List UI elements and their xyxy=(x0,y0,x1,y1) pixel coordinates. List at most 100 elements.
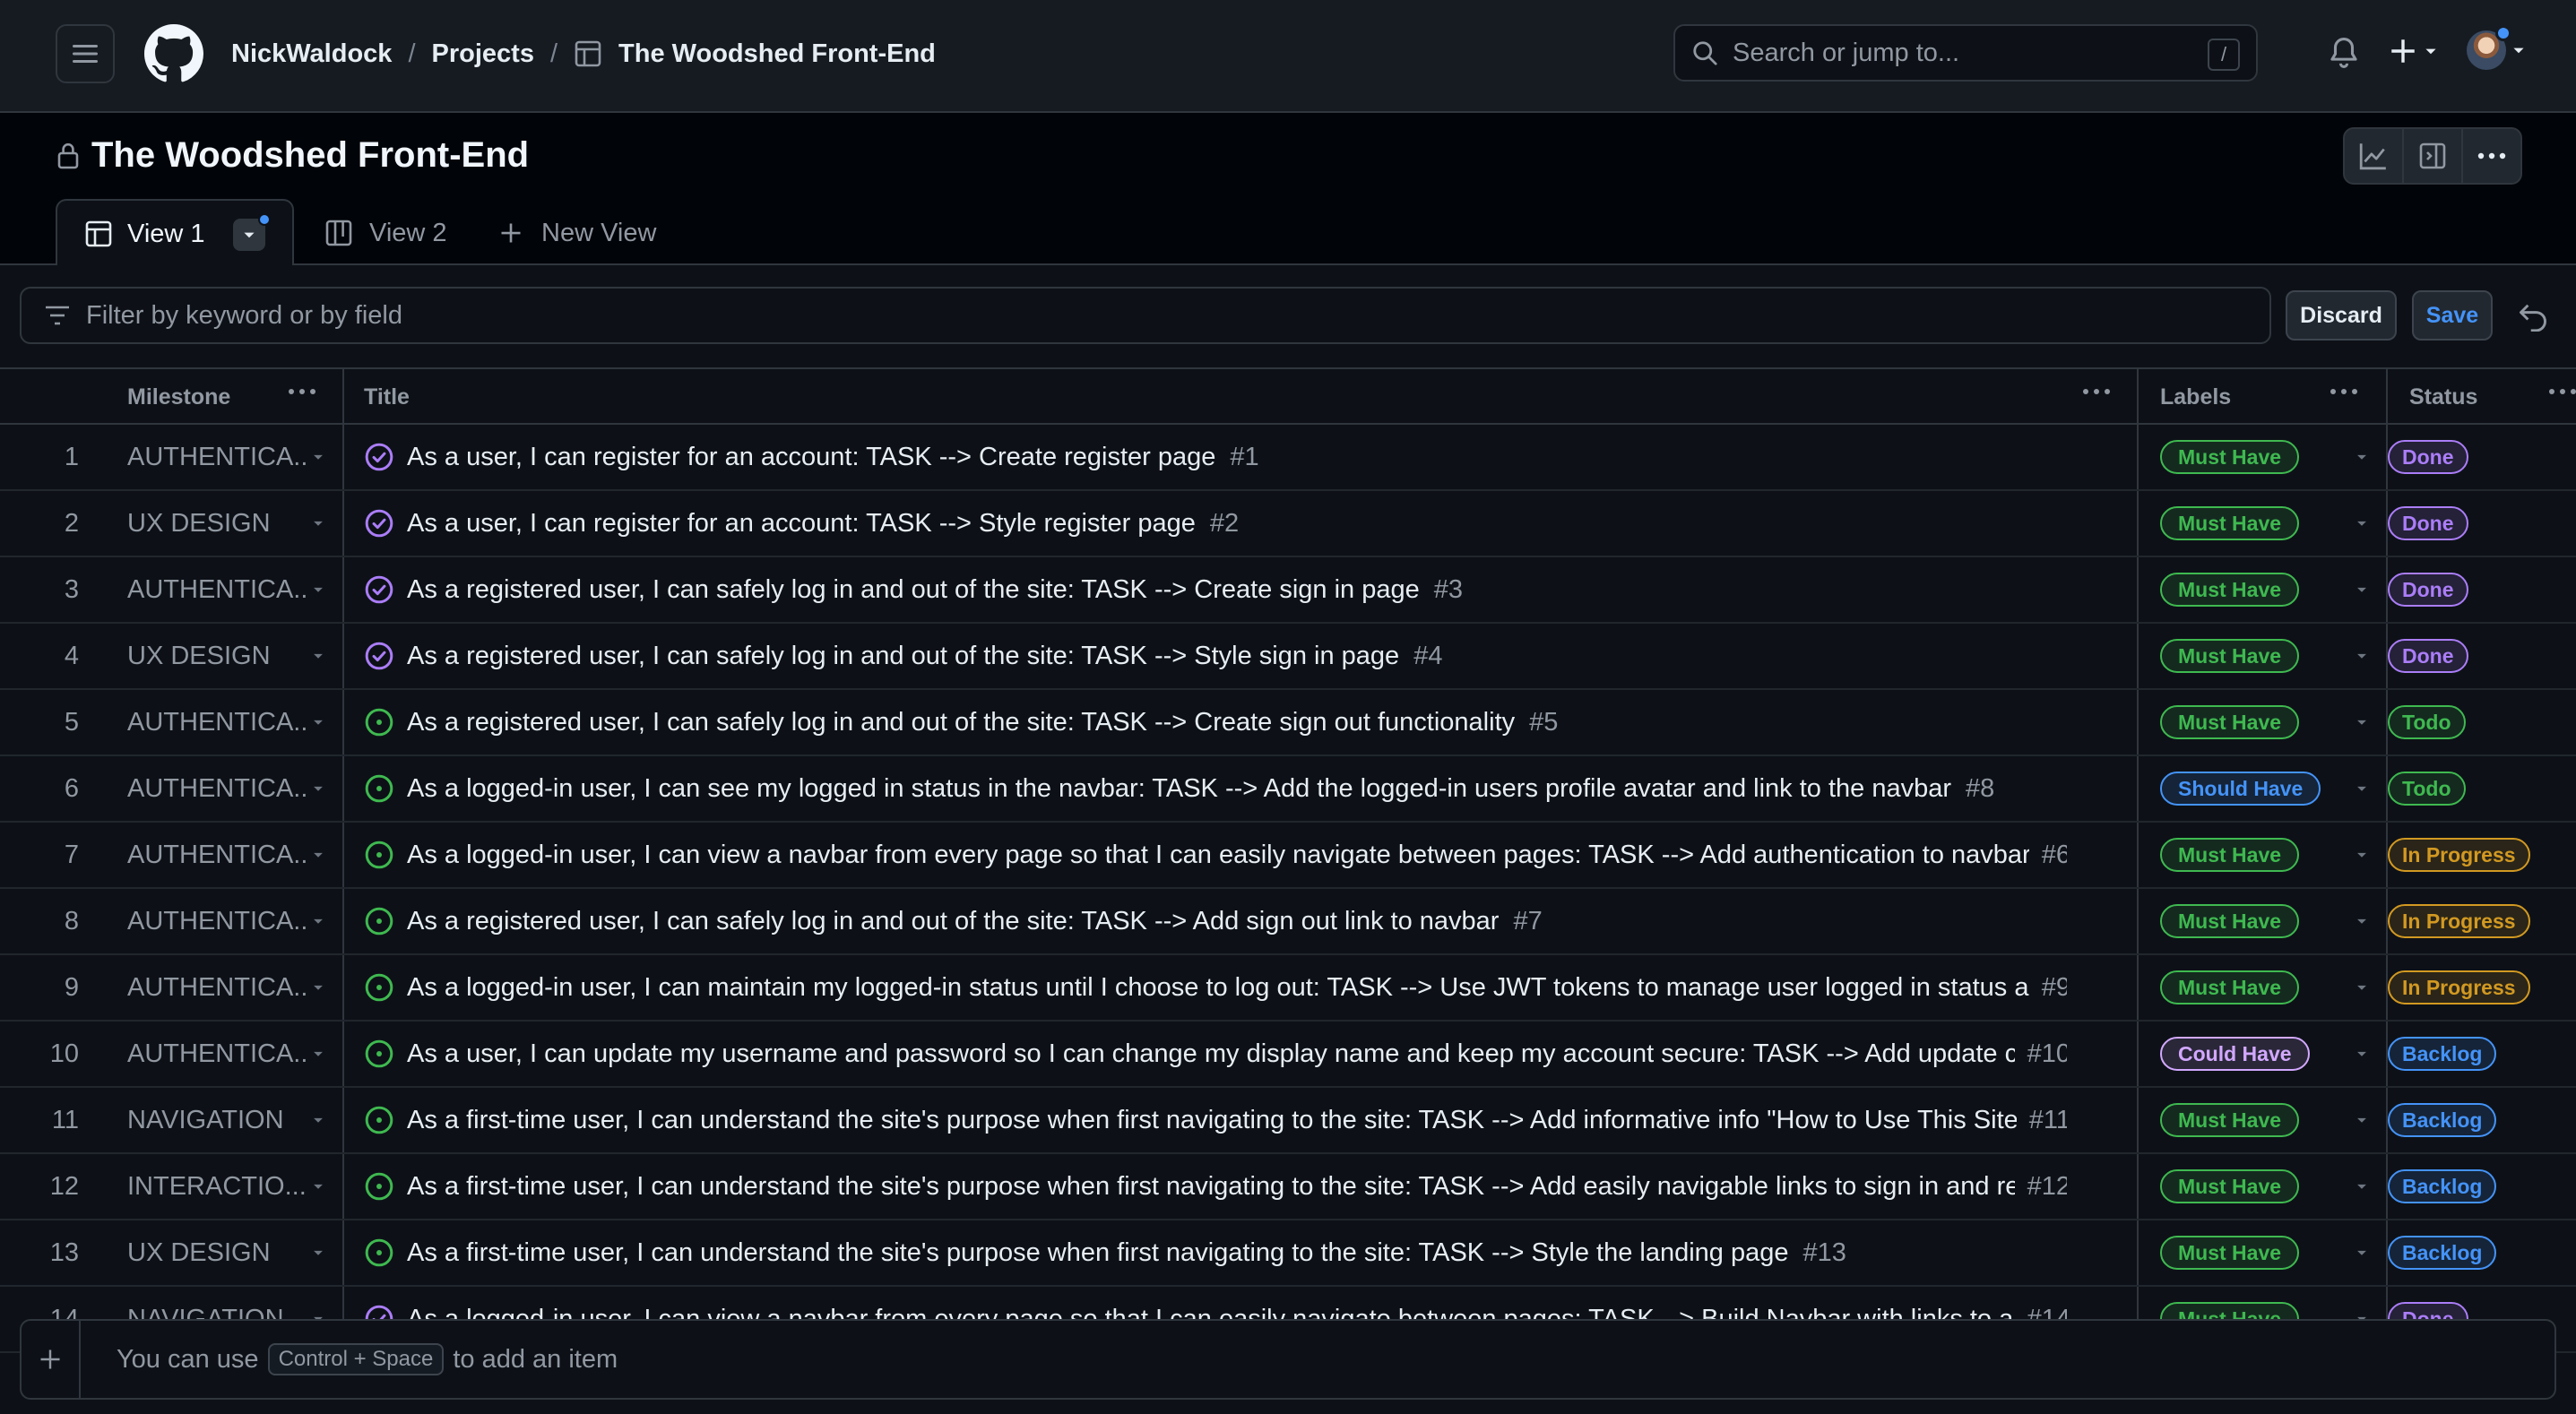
status-cell[interactable]: In Progress xyxy=(2388,889,2530,953)
label-cell[interactable]: Should Have xyxy=(2160,756,2321,821)
user-menu-button[interactable] xyxy=(2467,25,2526,70)
milestone-dropdown-icon[interactable] xyxy=(312,1088,324,1152)
table-row[interactable]: 7 AUTHENTICA... As a logged-in user, I can… xyxy=(0,823,2576,889)
status-cell[interactable]: Todo xyxy=(2388,690,2466,754)
table-row[interactable]: 9 AUTHENTICA... As a logged-in user, I can… xyxy=(0,955,2576,1022)
label-cell[interactable]: Must Have xyxy=(2160,690,2300,754)
column-header-labels[interactable]: Labels xyxy=(2160,369,2375,425)
labels-dropdown-icon[interactable] xyxy=(2356,1154,2368,1219)
status-cell[interactable]: Backlog xyxy=(2388,1220,2497,1285)
milestone-dropdown-icon[interactable] xyxy=(312,624,324,688)
breadcrumb-owner[interactable]: NickWaldock xyxy=(231,39,392,69)
search-input[interactable]: Search or jump to... / xyxy=(1673,24,2258,82)
issue-title-link[interactable]: As a logged-in user, I can maintain my l… xyxy=(407,973,2051,1003)
labels-dropdown-icon[interactable] xyxy=(2356,690,2368,754)
more-options-button[interactable] xyxy=(2463,129,2520,183)
milestone-cell[interactable]: UX DESIGN xyxy=(127,491,307,556)
table-row[interactable]: 3 AUTHENTICA... As a registered user, I ca… xyxy=(0,557,2576,624)
table-row[interactable]: 13 UX DESIGN As a first-time user, I can u… xyxy=(0,1220,2576,1287)
status-cell[interactable]: Todo xyxy=(2388,756,2466,821)
milestone-cell[interactable]: AUTHENTICA... xyxy=(127,889,307,953)
side-panel-button[interactable] xyxy=(2404,129,2463,183)
column-menu-icon[interactable] xyxy=(2329,387,2359,396)
title-cell[interactable]: As a user, I can register for an account… xyxy=(364,425,2067,489)
label-cell[interactable]: Must Have xyxy=(2160,624,2300,688)
notifications-bell-icon[interactable] xyxy=(2327,36,2361,70)
milestone-dropdown-icon[interactable] xyxy=(312,1154,324,1219)
milestone-cell[interactable]: AUTHENTICA... xyxy=(127,690,307,754)
labels-dropdown-icon[interactable] xyxy=(2356,756,2368,821)
menu-button[interactable] xyxy=(56,24,115,83)
create-new-button[interactable] xyxy=(2388,36,2438,66)
github-logo-icon[interactable] xyxy=(144,24,203,83)
status-cell[interactable]: In Progress xyxy=(2388,955,2530,1020)
title-cell[interactable]: As a first-time user, I can understand t… xyxy=(364,1154,2067,1219)
add-item-bar[interactable]: You can use Control + Space to add an it… xyxy=(20,1319,2556,1400)
status-cell[interactable]: Done xyxy=(2388,624,2468,688)
issue-title-link[interactable]: As a first-time user, I can understand t… xyxy=(407,1172,2042,1202)
title-cell[interactable]: As a first-time user, I can understand t… xyxy=(364,1220,2067,1285)
milestone-cell[interactable]: NAVIGATION xyxy=(127,1088,307,1152)
column-header-title[interactable]: Title xyxy=(364,369,2121,425)
status-cell[interactable]: Backlog xyxy=(2388,1022,2497,1086)
label-cell[interactable]: Must Have xyxy=(2160,1220,2300,1285)
title-cell[interactable]: As a logged-in user, I can see my logged… xyxy=(364,756,2067,821)
breadcrumb-project[interactable]: The Woodshed Front-End xyxy=(618,39,936,69)
milestone-cell[interactable]: AUTHENTICA... xyxy=(127,823,307,887)
column-header-status[interactable]: Status xyxy=(2409,369,2576,425)
issue-title-link[interactable]: As a user, I can register for an account… xyxy=(407,443,1215,472)
title-cell[interactable]: As a logged-in user, I can maintain my l… xyxy=(364,955,2067,1020)
breadcrumb-projects[interactable]: Projects xyxy=(432,39,534,69)
label-cell[interactable]: Must Have xyxy=(2160,955,2300,1020)
milestone-dropdown-icon[interactable] xyxy=(312,557,324,622)
status-cell[interactable]: Done xyxy=(2388,425,2468,489)
table-row[interactable]: 8 AUTHENTICA... As a registered user, I ca… xyxy=(0,889,2576,955)
title-cell[interactable]: As a registered user, I can safely log i… xyxy=(364,624,2067,688)
milestone-dropdown-icon[interactable] xyxy=(312,1022,324,1086)
column-menu-icon[interactable] xyxy=(2081,387,2112,396)
tab-view-2[interactable]: View 2 xyxy=(324,199,447,267)
label-cell[interactable]: Must Have xyxy=(2160,425,2300,489)
milestone-dropdown-icon[interactable] xyxy=(312,823,324,887)
labels-dropdown-icon[interactable] xyxy=(2356,624,2368,688)
issue-title-link[interactable]: As a registered user, I can safely log i… xyxy=(407,575,1420,605)
discard-button[interactable]: Discard xyxy=(2286,290,2397,341)
labels-dropdown-icon[interactable] xyxy=(2356,425,2368,489)
milestone-cell[interactable]: AUTHENTICA... xyxy=(127,425,307,489)
milestone-dropdown-icon[interactable] xyxy=(312,955,324,1020)
table-row[interactable]: 4 UX DESIGN As a registered user, I can sa… xyxy=(0,624,2576,690)
issue-title-link[interactable]: As a registered user, I can safely log i… xyxy=(407,708,1515,737)
label-cell[interactable]: Must Have xyxy=(2160,823,2300,887)
new-view-button[interactable]: New View xyxy=(498,199,656,267)
milestone-cell[interactable]: UX DESIGN xyxy=(127,1220,307,1285)
milestone-cell[interactable]: AUTHENTICA... xyxy=(127,557,307,622)
issue-title-link[interactable]: As a registered user, I can safely log i… xyxy=(407,642,1399,671)
table-row[interactable]: 1 AUTHENTICA... As a user, I can register … xyxy=(0,425,2576,491)
issue-title-link[interactable]: As a first-time user, I can understand t… xyxy=(407,1238,1789,1268)
milestone-dropdown-icon[interactable] xyxy=(312,1220,324,1285)
issue-title-link[interactable]: As a user, I can update my username and … xyxy=(407,1039,2062,1069)
table-row[interactable]: 5 AUTHENTICA... As a registered user, I ca… xyxy=(0,690,2576,756)
title-cell[interactable]: As a first-time user, I can understand t… xyxy=(364,1088,2067,1152)
label-cell[interactable]: Must Have xyxy=(2160,491,2300,556)
milestone-dropdown-icon[interactable] xyxy=(312,690,324,754)
labels-dropdown-icon[interactable] xyxy=(2356,557,2368,622)
issue-title-link[interactable]: As a logged-in user, I can view a navbar… xyxy=(407,841,2060,870)
labels-dropdown-icon[interactable] xyxy=(2356,1220,2368,1285)
title-cell[interactable]: As a registered user, I can safely log i… xyxy=(364,557,2067,622)
issue-title-link[interactable]: As a first-time user, I can understand t… xyxy=(407,1106,2040,1135)
status-cell[interactable]: Backlog xyxy=(2388,1088,2497,1152)
labels-dropdown-icon[interactable] xyxy=(2356,823,2368,887)
save-button[interactable]: Save xyxy=(2412,290,2493,341)
title-cell[interactable]: As a registered user, I can safely log i… xyxy=(364,889,2067,953)
filter-input[interactable]: Filter by keyword or by field xyxy=(20,287,2271,344)
label-cell[interactable]: Must Have xyxy=(2160,1154,2300,1219)
column-menu-icon[interactable] xyxy=(2547,387,2576,396)
milestone-dropdown-icon[interactable] xyxy=(312,756,324,821)
status-cell[interactable]: Done xyxy=(2388,557,2468,622)
title-cell[interactable]: As a user, I can update my username and … xyxy=(364,1022,2067,1086)
label-cell[interactable]: Could Have xyxy=(2160,1022,2310,1086)
insights-button[interactable] xyxy=(2345,129,2404,183)
view-options-button[interactable] xyxy=(233,213,271,251)
column-menu-icon[interactable] xyxy=(287,387,317,396)
